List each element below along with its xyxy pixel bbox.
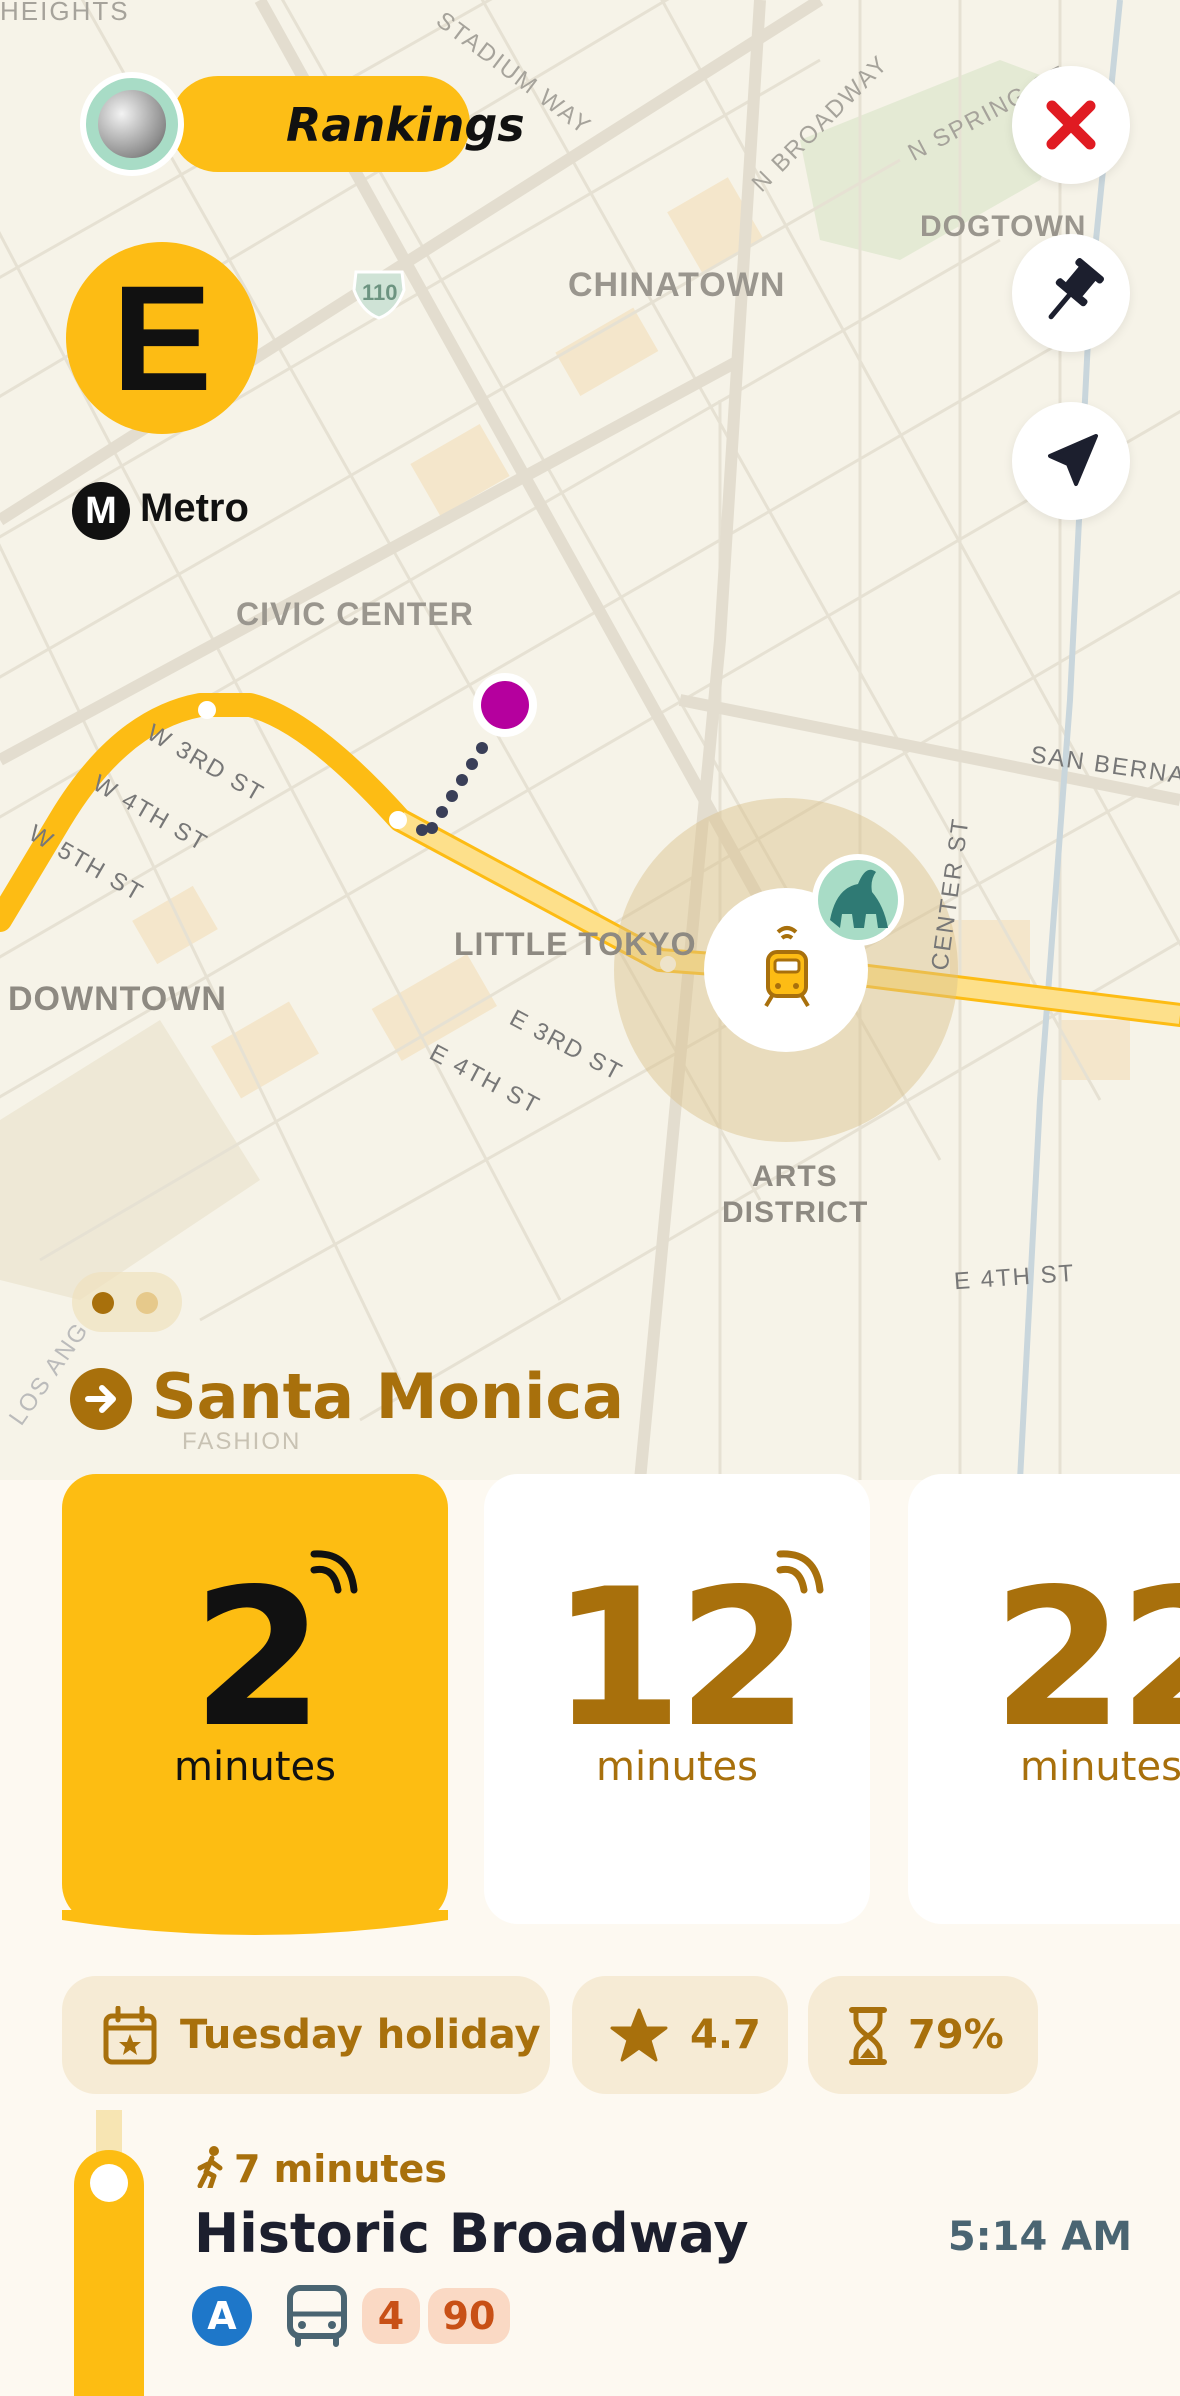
route-a-badge: A — [192, 2286, 252, 2346]
departure-time: 5:14 AM — [947, 2214, 1132, 2260]
departure-card[interactable]: 22 minutes — [908, 1474, 1180, 1924]
close-icon — [1046, 100, 1096, 150]
departure-unit: minutes — [1020, 1744, 1180, 1790]
agency-name: Metro — [140, 486, 249, 530]
disco-ball-icon — [80, 72, 184, 176]
map-label: LITTLE TOKYO — [454, 926, 697, 962]
app-screen: HEIGHTS STADIUM WAY N BROADWAY N SPRING … — [0, 0, 1180, 2396]
map-label: DOWNTOWN — [8, 980, 227, 1018]
percent-chip[interactable]: 79% — [808, 1976, 1038, 2094]
station-marker — [198, 701, 216, 719]
map-label: CIVIC CENTER — [236, 596, 474, 632]
walk-duration-label: 7 minutes — [234, 2147, 447, 2191]
map-label: HEIGHTS — [0, 0, 130, 26]
departure-minutes: 22 — [992, 1548, 1180, 1769]
map-label: ARTS — [752, 1160, 838, 1193]
page-indicator[interactable] — [72, 1272, 182, 1332]
map-label: CHINATOWN — [568, 266, 786, 304]
metro-logo-icon: M — [72, 482, 130, 540]
holiday-label: Tuesday holiday — [180, 2012, 541, 2058]
realtime-icon — [776, 1550, 824, 1594]
rankings-label: Rankings — [286, 98, 525, 152]
percent-value: 79% — [908, 2012, 1004, 2058]
line-letter: E — [111, 254, 213, 422]
selected-card-pointer — [62, 1910, 448, 1935]
station-marker — [389, 811, 407, 829]
pin-icon — [1048, 258, 1105, 320]
rating-chip[interactable]: 4.7 — [572, 1976, 788, 2094]
route-line-stub — [96, 2110, 122, 2154]
walking-icon — [197, 2146, 223, 2191]
route-110-label: 110 — [362, 280, 398, 305]
trip-step[interactable]: 7 minutes Historic Broadway 5:14 AM A 4 … — [0, 2110, 1180, 2396]
map-label: DISTRICT — [722, 1196, 869, 1229]
calendar-star-icon — [103, 2006, 157, 2065]
location-arrow-icon — [1048, 434, 1098, 486]
walk-duration: 7 minutes — [194, 2146, 447, 2191]
realtime-icon — [310, 1550, 358, 1594]
bus-route-badge: 90 — [428, 2288, 510, 2344]
line-badge: E — [66, 242, 258, 434]
holiday-chip[interactable]: Tuesday holiday — [62, 1976, 550, 2094]
star-icon — [610, 2008, 668, 2062]
route-line — [74, 2150, 144, 2396]
bus-route-badge: 4 — [362, 2288, 420, 2344]
rankings-button[interactable]: Rankings — [80, 72, 525, 176]
departure-unit: minutes — [174, 1744, 336, 1790]
arrow-right-circle-icon — [70, 1368, 132, 1430]
destination-label: Santa Monica — [152, 1360, 624, 1433]
hourglass-icon — [849, 2007, 887, 2065]
map-view[interactable]: HEIGHTS STADIUM WAY N BROADWAY N SPRING … — [0, 0, 1180, 1480]
stop-name: Historic Broadway — [194, 2202, 749, 2265]
user-location-dot — [481, 681, 529, 729]
departure-card[interactable]: 12 minutes — [484, 1474, 870, 1924]
bus-icon — [287, 2285, 347, 2347]
stop-marker — [90, 2164, 128, 2202]
rating-value: 4.7 — [690, 2012, 761, 2058]
locate-me-button[interactable] — [1012, 402, 1130, 520]
departure-minutes: 2 — [191, 1548, 324, 1769]
page-dot[interactable] — [136, 1292, 158, 1314]
pin-button[interactable] — [1012, 234, 1130, 352]
departure-card-selected[interactable]: 2 minutes — [62, 1474, 448, 1924]
close-button[interactable] — [1012, 66, 1130, 184]
rankings-pill[interactable]: Rankings — [170, 76, 525, 172]
departure-unit: minutes — [596, 1744, 758, 1790]
page-dot-active[interactable] — [92, 1292, 114, 1314]
